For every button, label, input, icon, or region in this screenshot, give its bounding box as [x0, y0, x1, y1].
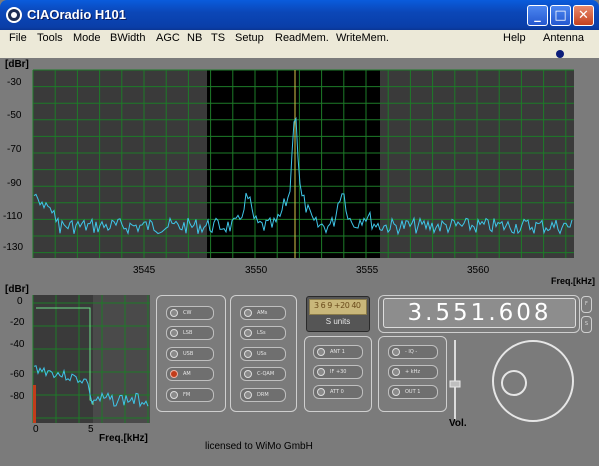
frequency-display[interactable]: 3.551.608: [383, 298, 576, 328]
rx-label: IF +30: [330, 369, 347, 375]
scope-y-tick: -80: [10, 391, 25, 402]
rx-panel: ANT 1 IF +30 ATT 0: [304, 336, 372, 412]
volume-slider[interactable]: [446, 338, 464, 422]
mode-button-am[interactable]: AM: [166, 367, 214, 381]
mode-label: CW: [183, 310, 192, 316]
submode-label: C-QAM: [257, 371, 275, 377]
if-led-icon: [392, 348, 400, 356]
mode-panel: CW LSB USB AM FM: [156, 295, 226, 412]
antenna-button[interactable]: ANT 1: [313, 345, 363, 359]
rx-label: ANT 1: [330, 349, 345, 355]
mode-led-icon: [170, 329, 178, 337]
s-meter: 3 6 9 +20 40 S units: [306, 296, 370, 332]
scope-y-tick: -60: [10, 369, 25, 380]
mode-button-fm[interactable]: FM: [166, 388, 214, 402]
if-label: OUT 1: [405, 389, 421, 395]
s-meter-label: S units: [325, 317, 351, 326]
mode-label: USB: [183, 351, 194, 357]
submode-led-icon: [244, 329, 252, 337]
scope-x-tick: 0: [33, 424, 39, 435]
submode-button-lss[interactable]: LSs: [240, 326, 286, 340]
submode-button-cqam[interactable]: C-QAM: [240, 367, 286, 381]
submode-led-icon: [244, 370, 252, 378]
mode-button-cw[interactable]: CW: [166, 306, 214, 320]
submode-button-drm[interactable]: DRM: [240, 388, 286, 402]
if-gain-button[interactable]: IF +30: [313, 365, 363, 379]
submode-label: DRM: [257, 392, 269, 398]
mode-led-active-icon: [170, 370, 178, 378]
submode-label: LSs: [257, 330, 266, 336]
mode-button-usb[interactable]: USB: [166, 347, 214, 361]
submode-button-ams[interactable]: AMs: [240, 306, 286, 320]
scope-x-label: Freq.[kHz]: [99, 433, 148, 444]
submode-button-uss[interactable]: USs: [240, 347, 286, 361]
scope-y-tick: -20: [10, 317, 25, 328]
if-led-icon: [392, 388, 400, 396]
output-button[interactable]: OUT 1: [388, 385, 438, 399]
mode-led-icon: [170, 391, 178, 399]
s-meter-scale: 3 6 9 +20 40: [309, 299, 367, 315]
mode-led-icon: [170, 350, 178, 358]
tuning-knob[interactable]: [493, 341, 573, 421]
mode-label: FM: [183, 392, 191, 398]
scope-unit-label: [dBr]: [5, 284, 29, 295]
mode-button-lsb[interactable]: LSB: [166, 326, 214, 340]
iq-button[interactable]: - IQ -: [388, 345, 438, 359]
rx-led-icon: [317, 368, 325, 376]
license-text: licensed to WiMo GmbH: [205, 441, 313, 452]
khz-button[interactable]: + kHz: [388, 365, 438, 379]
mode-label: AM: [183, 371, 191, 377]
submode-led-icon: [244, 309, 252, 317]
submode-led-icon: [244, 350, 252, 358]
volume-label: Vol.: [449, 418, 467, 429]
submode-label: USs: [257, 351, 267, 357]
submode-label: AMs: [257, 310, 268, 316]
submode-panel: AMs LSs USs C-QAM DRM: [230, 295, 297, 412]
if-label: - IQ -: [405, 349, 418, 355]
freq-side-button-f[interactable]: F: [581, 296, 592, 313]
freq-side-button-s[interactable]: S: [581, 316, 592, 333]
scope-y-tick: 0: [17, 296, 23, 307]
if-label: + kHz: [405, 369, 421, 375]
submode-led-icon: [244, 391, 252, 399]
mode-label: LSB: [183, 330, 193, 336]
scope-y-tick: -40: [10, 339, 25, 350]
app-window: CIAOradio H101 _ □ ✕ File Tools Mode BWi…: [0, 0, 599, 466]
rx-led-icon: [317, 348, 325, 356]
if-led-icon: [392, 368, 400, 376]
rx-led-icon: [317, 388, 325, 396]
mode-led-icon: [170, 309, 178, 317]
scope-x-tick: 5: [88, 424, 94, 435]
attenuator-button[interactable]: ATT 0: [313, 385, 363, 399]
rx-label: ATT 0: [330, 389, 344, 395]
s-meter-scale-text: 3 6 9 +20 40: [314, 301, 361, 310]
if-panel: - IQ - + kHz OUT 1: [378, 336, 447, 412]
